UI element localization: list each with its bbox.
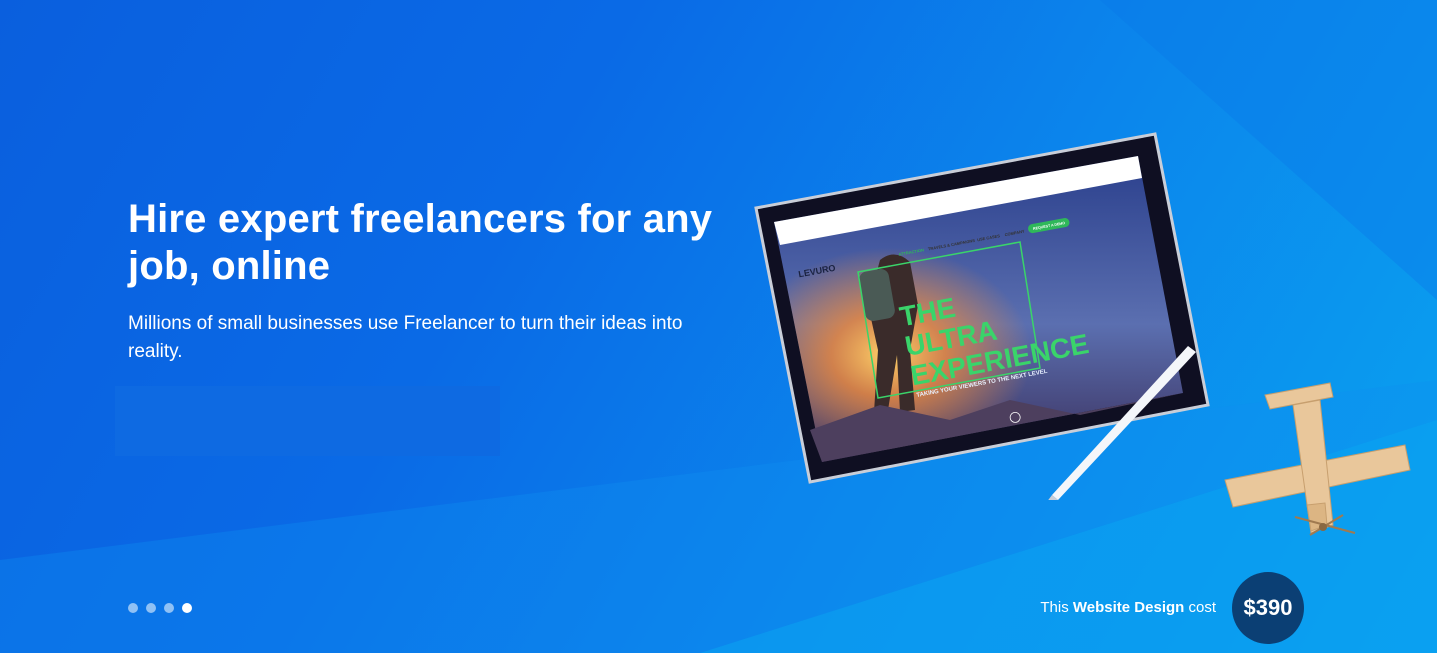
hero-subtitle: Millions of small businesses use Freelan…: [128, 313, 683, 362]
tablet-illustration: LEVURO ATTRACTION TRAVELS & CAMPAIGNS US…: [750, 130, 1220, 503]
caption-emphasis[interactable]: Website Design: [1073, 599, 1184, 616]
caption-prefix: This: [1040, 599, 1069, 616]
carousel-dots: [128, 603, 192, 613]
price-badge: $390: [1232, 572, 1304, 644]
toy-plane-illustration: [1215, 375, 1425, 555]
showcase-caption: This Website Design cost: [1000, 598, 1216, 618]
caption-suffix: cost: [1188, 599, 1216, 616]
hero-cta-area[interactable]: [115, 386, 500, 456]
carousel-dot[interactable]: [128, 603, 138, 613]
tablet-device: [754, 132, 1210, 484]
carousel-dot[interactable]: [164, 603, 174, 613]
carousel-dot-active[interactable]: [182, 603, 192, 613]
carousel-dot[interactable]: [146, 603, 156, 613]
hero-title: Hire expert freelancers for any job, onl…: [128, 197, 713, 288]
